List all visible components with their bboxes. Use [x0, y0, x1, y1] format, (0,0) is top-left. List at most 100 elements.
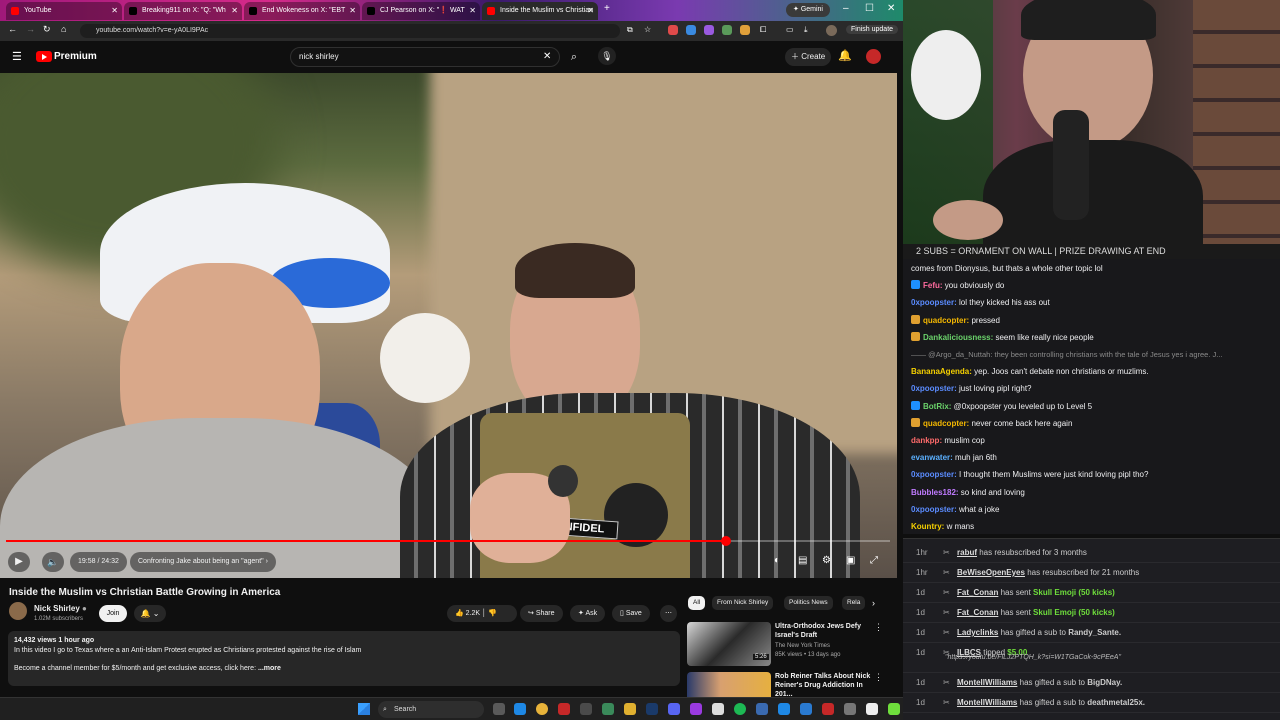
tab-x-breaking911[interactable]: Breaking911 on X: "Q: "Wh ✕ — [124, 2, 242, 20]
chip-all[interactable]: All — [688, 596, 706, 610]
video-progress-bar[interactable] — [6, 536, 890, 546]
ask-button[interactable]: ✦ Ask — [570, 605, 606, 622]
close-tab-icon[interactable]: ✕ — [231, 2, 238, 20]
task-view-icon[interactable] — [493, 703, 505, 715]
more-actions-icon[interactable]: ⋯ — [660, 605, 677, 622]
share-button[interactable]: ↪ Share — [520, 605, 563, 622]
miniplayer-icon[interactable]: ▣ — [846, 555, 855, 566]
minimize-icon[interactable]: – — [843, 3, 849, 14]
home-icon[interactable]: ⌂ — [61, 24, 66, 34]
youtube-logo-icon[interactable] — [36, 51, 52, 62]
create-button[interactable]: ＋ Create — [785, 48, 832, 66]
chat-username[interactable]: Dankaliciousness: — [923, 333, 995, 342]
gemini-button[interactable]: ✦ Gemini — [786, 3, 830, 17]
chip-related[interactable]: Rela — [842, 596, 866, 610]
event-username[interactable]: MontellWilliams — [957, 698, 1017, 707]
app-icon[interactable] — [822, 703, 834, 715]
recommended-channel[interactable]: The New York Times — [775, 643, 830, 649]
event-username[interactable]: MontellWilliams — [957, 678, 1017, 687]
tip-message-link[interactable]: "https://youtu.be/FiLJ2PTQH_k?si=W1TGaCo… — [945, 653, 1121, 663]
close-tab-icon[interactable]: ✕ — [587, 2, 594, 20]
video-scrubber-handle[interactable] — [720, 536, 731, 546]
channel-avatar[interactable] — [9, 602, 27, 620]
close-window-icon[interactable]: ✕ — [887, 3, 895, 14]
close-tab-icon[interactable]: ✕ — [111, 2, 118, 20]
app-icon[interactable] — [602, 703, 614, 715]
spotify-icon[interactable] — [734, 703, 746, 715]
play-icon[interactable]: ▶ — [8, 552, 30, 572]
app-icon[interactable] — [866, 703, 878, 715]
channel-name[interactable]: Nick Shirley ● — [34, 604, 87, 613]
chat-username[interactable]: 0xpoopster: — [911, 384, 959, 393]
chat-username[interactable]: quadcopter: — [923, 419, 971, 428]
description-box[interactable]: 14,432 views 1 hour ago In this video I … — [8, 631, 680, 686]
event-username[interactable]: BeWiseOpenEyes — [957, 568, 1025, 577]
downloads-icon[interactable]: ⤓ — [804, 25, 808, 35]
event-username[interactable]: rabuf — [957, 548, 977, 557]
app-icon[interactable] — [844, 703, 856, 715]
app-icon[interactable] — [580, 703, 592, 715]
chat-username[interactable]: BotRix: — [923, 402, 954, 411]
recommended-video[interactable]: 5:26 Ultra-Orthodox Jews Defy Israel's D… — [687, 622, 883, 667]
chapter-button[interactable]: Confronting Jake about being an "agent" … — [130, 552, 276, 572]
recommended-title[interactable]: Rob Reiner Talks About Nick Reiner's Dru… — [775, 672, 875, 697]
kick-icon[interactable] — [888, 703, 900, 715]
discord-icon[interactable] — [668, 703, 680, 715]
app-icon[interactable] — [690, 703, 702, 715]
chat-username[interactable]: Bubbles182: — [911, 488, 961, 497]
more-options-icon[interactable]: ⋮ — [874, 672, 883, 683]
more-options-icon[interactable]: ⋮ — [874, 622, 883, 633]
tab-x-cjpearson[interactable]: CJ Pearson on X: "❗ WAT ✕ — [362, 2, 480, 20]
chat-username[interactable]: 0xpoopster: — [911, 505, 959, 514]
recommended-video[interactable]: Rob Reiner Talks About Nick Reiner's Dru… — [687, 672, 883, 697]
search-icon[interactable]: ⌕ — [562, 47, 586, 67]
search-input[interactable]: nick shirley — [290, 47, 560, 67]
chevron-right-icon[interactable]: › — [872, 598, 875, 608]
forward-icon[interactable]: → — [26, 24, 35, 34]
url-field[interactable]: youtube.com/watch?v=e-yA0LI9PAc — [80, 24, 620, 38]
windows-start-icon[interactable] — [358, 703, 370, 715]
recommended-title[interactable]: Ultra-Orthodox Jews Defy Israel's Draft — [775, 622, 875, 640]
edge-icon[interactable] — [514, 703, 526, 715]
event-target-user[interactable]: Randy_Sante. — [1068, 628, 1121, 637]
extensions-puzzle-icon[interactable]: ⧠ — [760, 25, 766, 35]
join-button[interactable]: Join — [99, 605, 127, 622]
app-icon[interactable] — [712, 703, 724, 715]
fullscreen-icon[interactable]: ⤢ — [870, 555, 878, 566]
event-username[interactable]: Fat_Conan — [957, 588, 998, 597]
extension-icon[interactable] — [686, 25, 696, 35]
chat-username[interactable]: 0xpoopster: — [911, 470, 959, 479]
chat-username[interactable]: quadcopter: — [923, 316, 971, 325]
app-icon[interactable] — [778, 703, 790, 715]
chip-politics-news[interactable]: Politics News — [784, 596, 833, 610]
save-button[interactable]: ▯ Save — [612, 605, 650, 622]
close-tab-icon[interactable]: ✕ — [469, 2, 476, 20]
account-avatar[interactable] — [866, 49, 881, 64]
chat-username[interactable]: Fefu: — [923, 281, 945, 290]
bookmark-star-icon[interactable]: ☆ — [644, 25, 651, 34]
chat-username[interactable]: evanwater: — [911, 453, 955, 462]
event-username[interactable]: Fat_Conan — [957, 608, 998, 617]
new-tab-icon[interactable]: + — [604, 3, 610, 14]
microphone-icon[interactable]: 🎙 — [598, 47, 616, 65]
extension-icon[interactable] — [668, 25, 678, 35]
profile-avatar[interactable] — [826, 25, 837, 36]
tab-active-video[interactable]: Inside the Muslim vs Christian ✕ — [482, 2, 598, 20]
clear-search-icon[interactable]: ✕ — [543, 51, 551, 62]
file-explorer-icon[interactable] — [624, 703, 636, 715]
chat-username[interactable]: 0xpoopster: — [911, 298, 959, 307]
menu-icon[interactable]: ☰ — [12, 50, 22, 63]
tab-youtube[interactable]: YouTube ✕ — [6, 2, 122, 20]
video-player[interactable]: INFIDEL — [0, 73, 897, 578]
volume-icon[interactable]: 🔈 — [42, 552, 64, 572]
extension-icon[interactable] — [740, 25, 750, 35]
subscribed-bell-button[interactable]: 🔔 ⌄ — [134, 605, 166, 622]
event-username[interactable]: Ladyclinks — [957, 628, 998, 637]
chat-username[interactable]: BananaAgenda: — [911, 367, 974, 376]
captions-icon[interactable]: ▤ — [798, 555, 807, 566]
extension-icon[interactable] — [704, 25, 714, 35]
tab-x-endwokeness[interactable]: End Wokeness on X: "EBT ✕ — [244, 2, 360, 20]
youtube-premium-logo[interactable]: Premium — [54, 51, 97, 62]
chat-username[interactable]: Kountry: — [911, 522, 947, 531]
event-target-user[interactable]: deathmetal25x. — [1087, 698, 1145, 707]
